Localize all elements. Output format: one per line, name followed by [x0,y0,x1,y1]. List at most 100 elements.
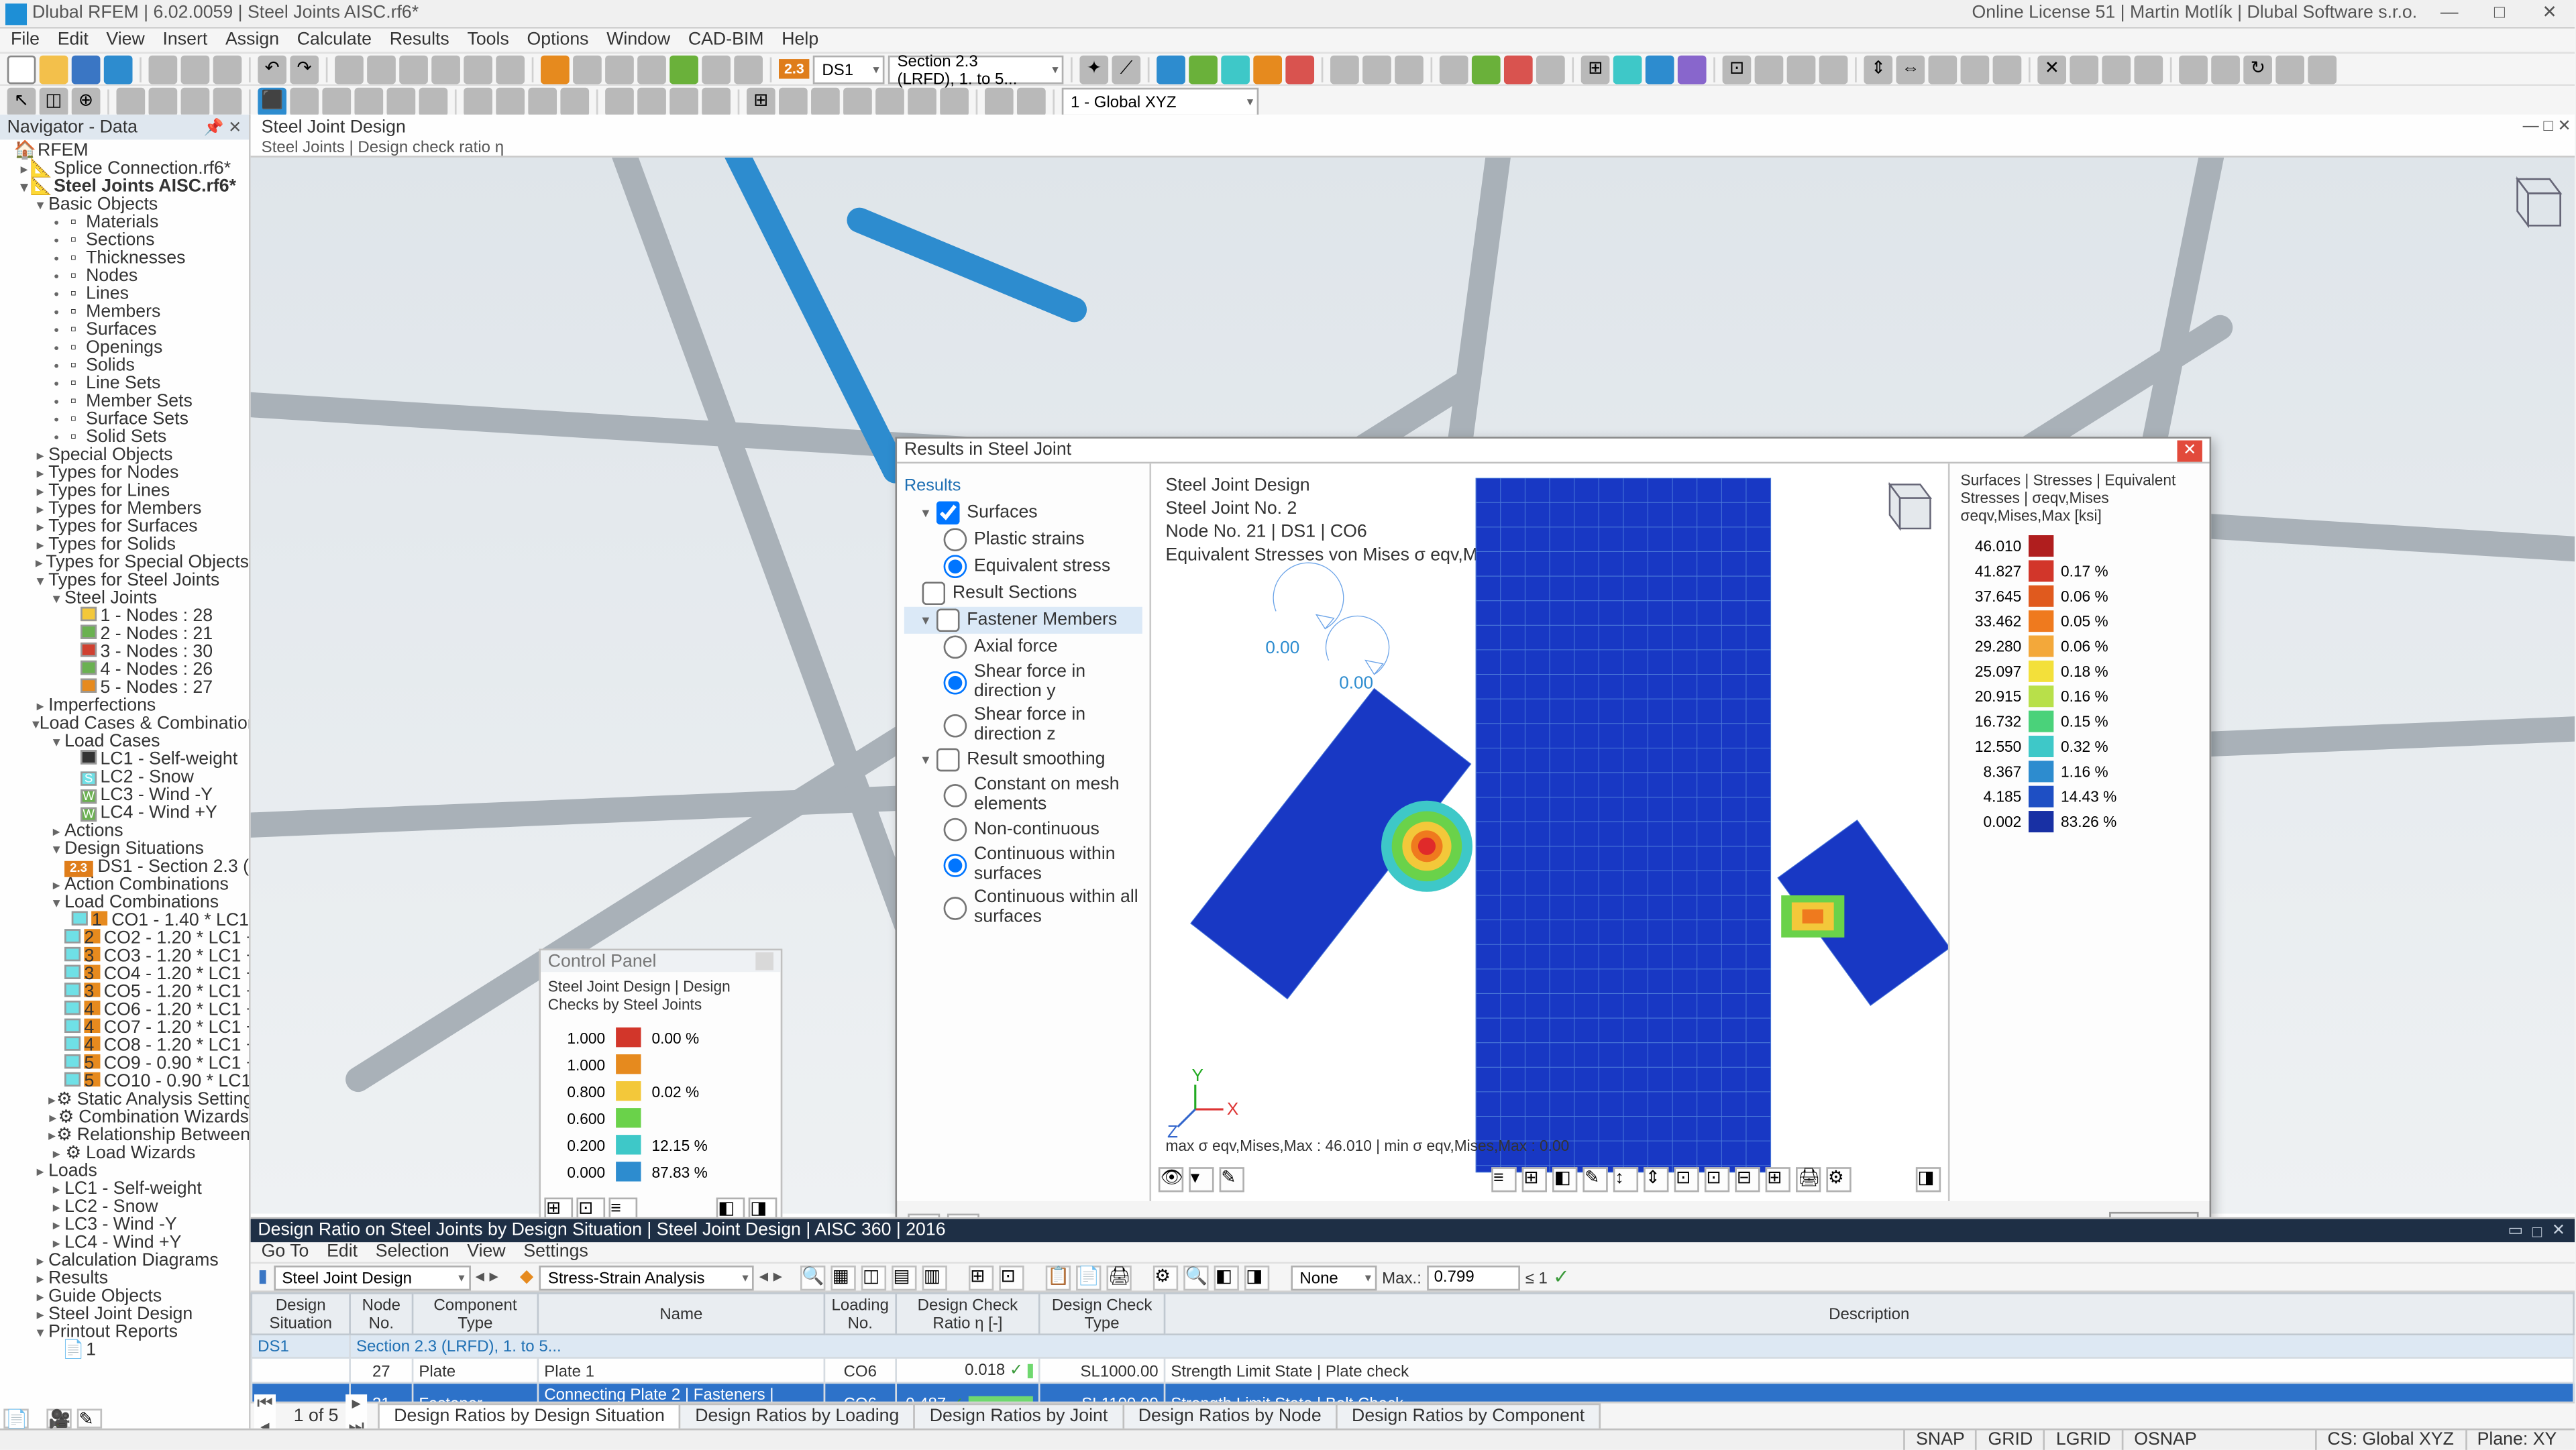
tree-node[interactable]: •▫Member Sets [0,392,249,410]
tree-node[interactable]: ▸⚙Static Analysis Settings [0,1090,249,1108]
tb-icon[interactable] [2276,54,2305,83]
tb-icon[interactable] [2070,54,2099,83]
menu-edit[interactable]: Edit [58,30,89,50]
tb-icon[interactable] [464,54,492,83]
content-window-controls[interactable]: — □ ✕ [2523,116,2571,135]
tb-icon[interactable] [702,54,731,83]
control-panel[interactable]: Control Panel Steel Joint Design | Desig… [539,949,782,1228]
tb-icon[interactable]: ⊡ [1723,54,1752,83]
maximize-button[interactable]: □ [2475,0,2525,27]
tb-icon[interactable]: ⬛ [258,87,286,115]
tb-icon[interactable] [1222,54,1250,83]
tree-node[interactable]: ▸Loads [0,1162,249,1180]
rt-tab[interactable]: Design Ratios by Design Situation [378,1403,681,1428]
dvp-btn[interactable]: ⊟ [1735,1167,1760,1192]
rt-tb-icon[interactable]: ◨ [1244,1265,1269,1290]
rt-next-icon[interactable]: ▸ [345,1394,367,1415]
close-button[interactable]: ✕ [2524,0,2575,27]
tree-node[interactable]: •▫Openings [0,338,249,356]
menubar[interactable]: FileEditViewInsertAssignCalculateResults… [0,29,2575,54]
tree-node[interactable]: 1 - Nodes : 28 [0,607,249,625]
dvp-btn[interactable]: ⊡ [1705,1167,1729,1192]
menu-window[interactable]: Window [606,30,670,50]
tb-icon[interactable] [1157,54,1186,83]
tree-node[interactable]: 5 - Nodes : 27 [0,679,249,697]
rt-tb-icon[interactable]: ⊡ [999,1265,1024,1290]
tb-icon[interactable] [811,87,840,115]
tree-node[interactable]: ▾Design Situations [0,840,249,858]
tree-node[interactable]: •▫Solids [0,356,249,374]
tree-node[interactable]: ▸⚙Relationship Between Load Cases [0,1126,249,1144]
rt-tab[interactable]: Design Ratios by Joint [914,1403,1124,1428]
rt-tb-icon[interactable]: ▥ [922,1265,947,1290]
tree-node[interactable]: 3CO5 - 1.20 * LC1 + LC... [0,983,249,1001]
tb-icon[interactable] [399,54,428,83]
tb-icon[interactable] [702,87,731,115]
rt-analysis-dropdown[interactable]: Stress-Strain Analysis [539,1265,753,1290]
tb-icon[interactable] [1017,87,1046,115]
status-snap[interactable]: SNAP [1903,1431,1975,1450]
tb-icon[interactable]: ↖ [7,87,36,115]
tree-node[interactable]: 3CO4 - 1.20 * LC1 + LC... [0,965,249,983]
tb-icon[interactable] [387,87,416,115]
tb-icon[interactable] [1472,54,1501,83]
rt-tab[interactable]: Design Ratios by Node [1122,1403,1338,1428]
tree-node[interactable]: ▸LC2 - Snow [0,1198,249,1216]
tb-icon[interactable] [2102,54,2131,83]
tb-icon[interactable] [1961,54,1990,83]
tree-node[interactable]: •▫Line Sets [0,374,249,392]
tb-icon[interactable]: ⇕ [1864,54,1893,83]
dvp-btn[interactable]: ▾ [1189,1167,1214,1192]
tree-node[interactable]: WLC4 - Wind +Y [0,803,249,822]
tree-node[interactable]: ▸Types for Nodes [0,463,249,482]
tree-node[interactable]: WLC3 - Wind -Y [0,786,249,804]
menu-view[interactable]: View [106,30,144,50]
rt-tb-icon[interactable]: ▤ [892,1265,916,1290]
tb-icon[interactable] [528,87,557,115]
rt-tb-icon[interactable]: ◧ [1214,1265,1238,1290]
opt-axial[interactable]: Axial force [904,634,1142,661]
nav-tb-icon[interactable]: 📄 [3,1408,28,1427]
dvp-btn[interactable]: ⊞ [1522,1167,1547,1192]
rt-tb-icon[interactable]: 🔍 [800,1265,825,1290]
status-grid[interactable]: GRID [1976,1431,2043,1450]
tree-node[interactable]: SLC2 - Snow [0,768,249,786]
tb-icon[interactable] [1362,54,1391,83]
navigator-pin-icon[interactable]: 📌 ✕ [204,117,242,137]
tb-icon[interactable] [908,87,936,115]
tb-icon[interactable] [1395,54,1424,83]
tree-node[interactable]: 🏠RFEM [0,142,249,160]
tree-node[interactable]: 2CO2 - 1.20 * LC1 + LC... [0,929,249,947]
tree-node[interactable]: ▸Special Objects [0,446,249,464]
tb-icon[interactable]: ⊕ [72,87,101,115]
section-dropdown[interactable]: Section 2.3 (LRFD), 1. to 5... [888,54,1064,83]
results-dialog[interactable]: Results in Steel Joint ✕ Results ▾ Surfa… [896,437,2212,1260]
menu-help[interactable]: Help [782,30,818,50]
tree-node[interactable]: ▸Types for Surfaces [0,517,249,535]
tree-node[interactable]: 5CO10 - 0.90 * LC1 + L... [0,1072,249,1091]
dialog-close-icon[interactable]: ✕ [2178,439,2202,461]
tree-node[interactable]: LC1 - Self-weight [0,750,249,768]
tb-icon[interactable] [496,87,525,115]
tb-icon[interactable] [637,87,666,115]
preview-icon[interactable] [213,54,242,83]
tb-icon[interactable]: ↻ [2244,54,2273,83]
tb-icon[interactable] [1189,54,1218,83]
tree-node[interactable]: •▫Surface Sets [0,410,249,428]
tb-icon[interactable] [419,87,448,115]
tb-icon[interactable]: ✦ [1080,54,1109,83]
tree-node[interactable]: ▸Calculation Diagrams [0,1251,249,1270]
tree-node[interactable]: ▾📐Steel Joints AISC.rf6* [0,177,249,195]
tree-node[interactable]: ▸LC4 - Wind +Y [0,1233,249,1251]
tb-icon[interactable] [1678,54,1707,83]
redo-icon[interactable]: ↷ [290,54,319,83]
tb-icon[interactable] [637,54,666,83]
print-icon[interactable] [149,54,178,83]
opt-sm-cont-all[interactable]: Continuous within all surfaces [904,886,1142,929]
opt-sm-cont-surf[interactable]: Continuous within surfaces [904,843,1142,886]
tb-icon[interactable] [335,54,364,83]
tb-icon[interactable] [181,87,210,115]
tree-node[interactable]: ▾Basic Objects [0,195,249,213]
rt-menu-item[interactable]: Selection [376,1242,449,1262]
rt-menu-item[interactable]: Settings [523,1242,588,1262]
